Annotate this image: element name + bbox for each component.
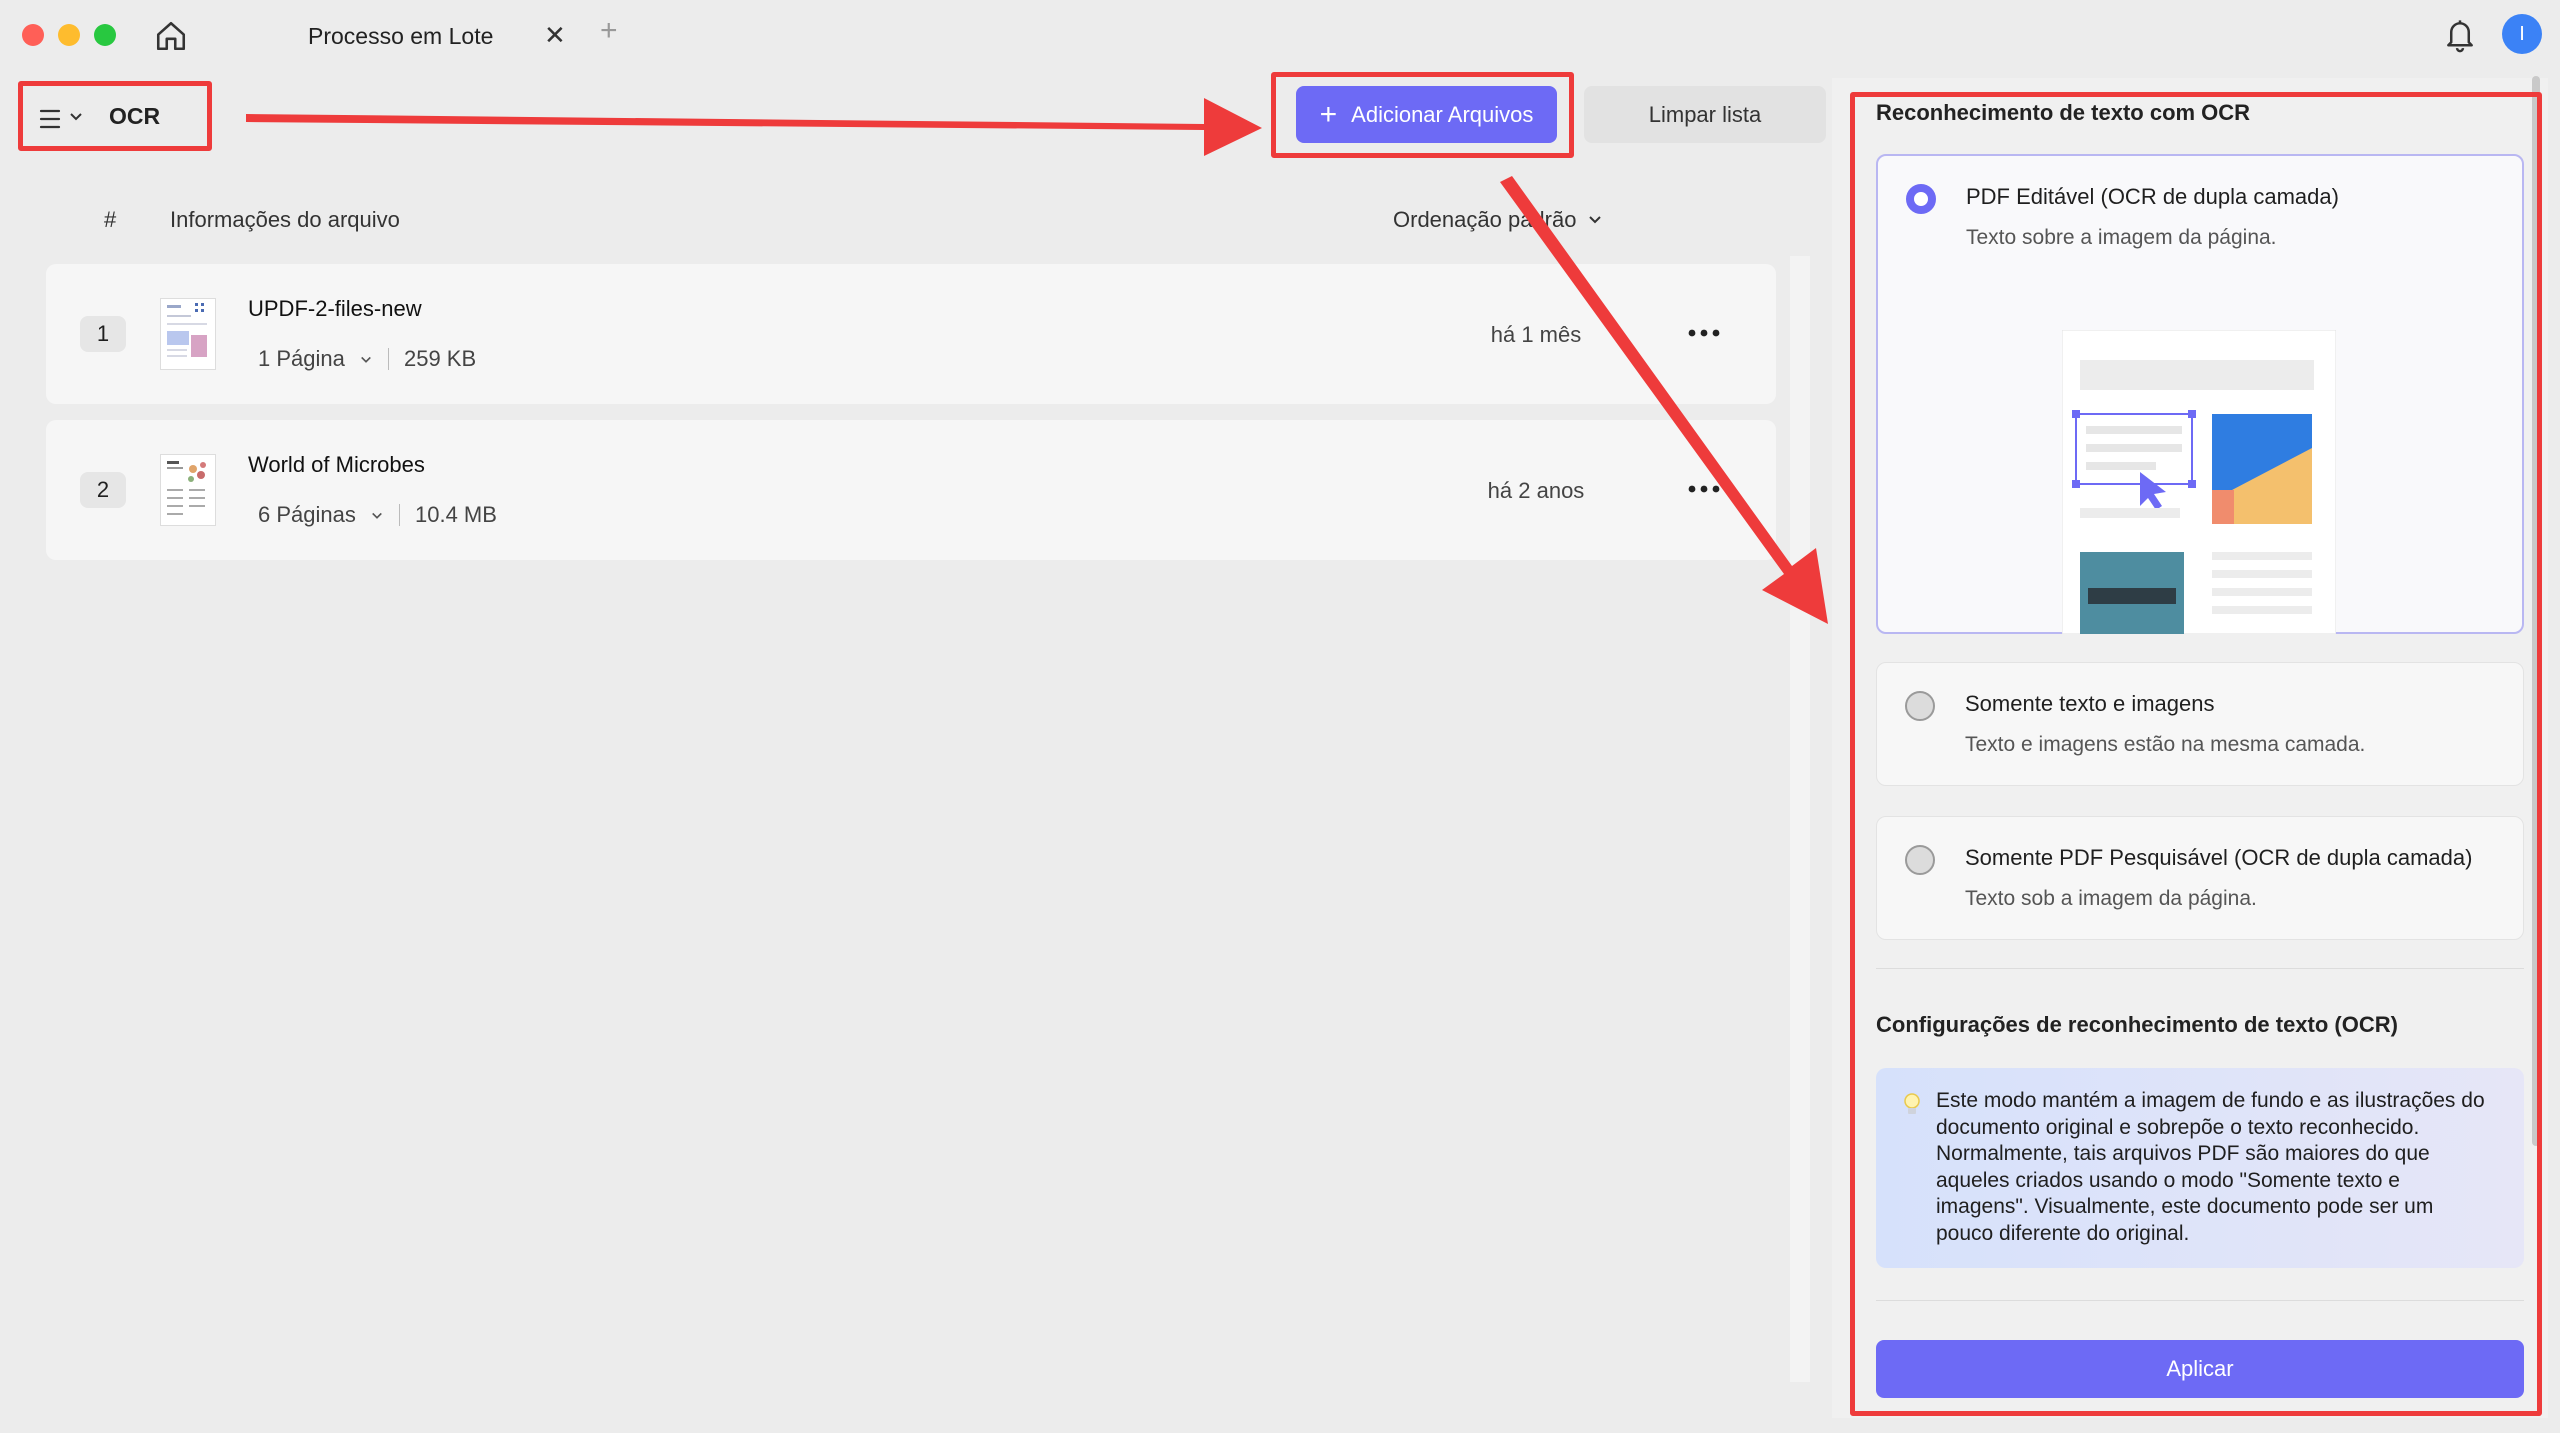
option-description: Texto e imagens estão na mesma camada. — [1965, 733, 2366, 756]
file-row[interactable]: 2 World of Microbes 6 Páginas 10.4 MB há… — [46, 420, 1776, 560]
ocr-illustration-icon — [2061, 329, 2337, 635]
sort-label: Ordenação padrão — [1393, 207, 1577, 232]
radio-button[interactable] — [1906, 184, 1936, 214]
arrow-to-add-files — [246, 98, 1262, 156]
more-options-icon[interactable] — [1682, 316, 1726, 350]
clear-list-button[interactable]: Limpar lista — [1584, 86, 1826, 143]
close-window-button[interactable] — [22, 24, 44, 46]
chevron-down-icon — [1589, 216, 1602, 224]
minimize-window-button[interactable] — [58, 24, 80, 46]
plus-icon: + — [1319, 97, 1338, 131]
option-editable-pdf[interactable]: PDF Editável (OCR de dupla camada) Texto… — [1876, 154, 2524, 635]
file-row[interactable]: 1 UPDF-2-files-new 1 Página 259 KB há 1 … — [46, 264, 1776, 404]
file-meta: 1 Página 259 KB — [258, 346, 476, 372]
chevron-down-icon — [372, 512, 382, 519]
file-name: UPDF-2-files-new — [248, 296, 422, 321]
file-list-scrollbar[interactable] — [1790, 256, 1810, 1382]
file-date: há 2 anos — [1487, 478, 1585, 503]
mode-label: OCR — [109, 103, 161, 129]
tab-batch-process[interactable]: Processo em Lote ✕ — [222, 6, 576, 64]
file-thumbnail — [160, 454, 216, 526]
ocr-settings-title: Configurações de reconhecimento de texto… — [1876, 1012, 2398, 1037]
radio-button[interactable] — [1905, 845, 1935, 875]
option-description: Texto sobre a imagem da página. — [1966, 226, 2277, 249]
file-date: há 1 mês — [1490, 322, 1582, 347]
apply-button[interactable]: Aplicar — [1876, 1340, 2524, 1398]
more-options-icon[interactable] — [1682, 472, 1726, 506]
avatar-letter: I — [2519, 22, 2525, 45]
option-title: Somente PDF Pesquisável (OCR de dupla ca… — [1965, 845, 2473, 870]
option-title: PDF Editável (OCR de dupla camada) — [1966, 184, 2339, 209]
column-info-header: Informações do arquivo — [170, 207, 400, 232]
mode-selector[interactable]: OCR — [18, 81, 212, 151]
apply-label: Aplicar — [2166, 1356, 2234, 1381]
option-title: Somente texto e imagens — [1965, 691, 2215, 716]
notification-bell-icon[interactable] — [2442, 16, 2478, 54]
home-icon[interactable] — [150, 18, 192, 54]
divider — [387, 348, 389, 370]
lightbulb-icon — [1902, 1092, 1922, 1123]
file-size: 259 KB — [403, 346, 477, 371]
radio-button[interactable] — [1905, 691, 1935, 721]
add-files-button[interactable]: + Adicionar Arquivos — [1296, 86, 1557, 143]
file-size: 10.4 MB — [414, 502, 497, 527]
page-count-dropdown[interactable]: 6 Páginas — [258, 502, 384, 528]
file-meta: 6 Páginas 10.4 MB — [258, 502, 497, 528]
file-name: World of Microbes — [248, 452, 425, 477]
chevron-down-icon — [69, 110, 83, 129]
column-index-header: # — [104, 207, 117, 232]
info-tip-text: Este modo mantém a imagem de fundo e as … — [1936, 1089, 2485, 1245]
file-index: 2 — [80, 472, 126, 508]
option-description: Texto sob a imagem da página. — [1965, 887, 2257, 910]
sort-dropdown[interactable]: Ordenação padrão — [1393, 207, 1602, 233]
user-avatar[interactable]: I — [2502, 14, 2542, 54]
page-count-dropdown[interactable]: 1 Página — [258, 346, 373, 372]
section-divider — [1876, 1300, 2524, 1301]
zoom-window-button[interactable] — [94, 24, 116, 46]
divider — [398, 504, 400, 526]
file-thumbnail — [160, 298, 216, 370]
info-tip-box: Este modo mantém a imagem de fundo e as … — [1876, 1068, 2524, 1268]
add-files-label: Adicionar Arquivos — [1351, 101, 1534, 127]
new-tab-icon[interactable]: + — [600, 14, 618, 48]
tab-close-icon[interactable]: ✕ — [544, 20, 566, 51]
tab-title: Processo em Lote — [308, 23, 494, 49]
file-index: 1 — [80, 316, 126, 352]
title-bar: Processo em Lote ✕ + I — [0, 0, 2560, 70]
option-searchable-pdf[interactable]: Somente PDF Pesquisável (OCR de dupla ca… — [1876, 816, 2524, 940]
option-text-and-images[interactable]: Somente texto e imagens Texto e imagens … — [1876, 662, 2524, 786]
chevron-down-icon — [361, 356, 371, 363]
section-divider — [1876, 968, 2524, 969]
panel-title: Reconhecimento de texto com OCR — [1876, 100, 2251, 125]
panel-scrollbar[interactable] — [2532, 76, 2540, 1146]
clear-list-label: Limpar lista — [1648, 101, 1762, 127]
menu-icon — [39, 106, 61, 137]
